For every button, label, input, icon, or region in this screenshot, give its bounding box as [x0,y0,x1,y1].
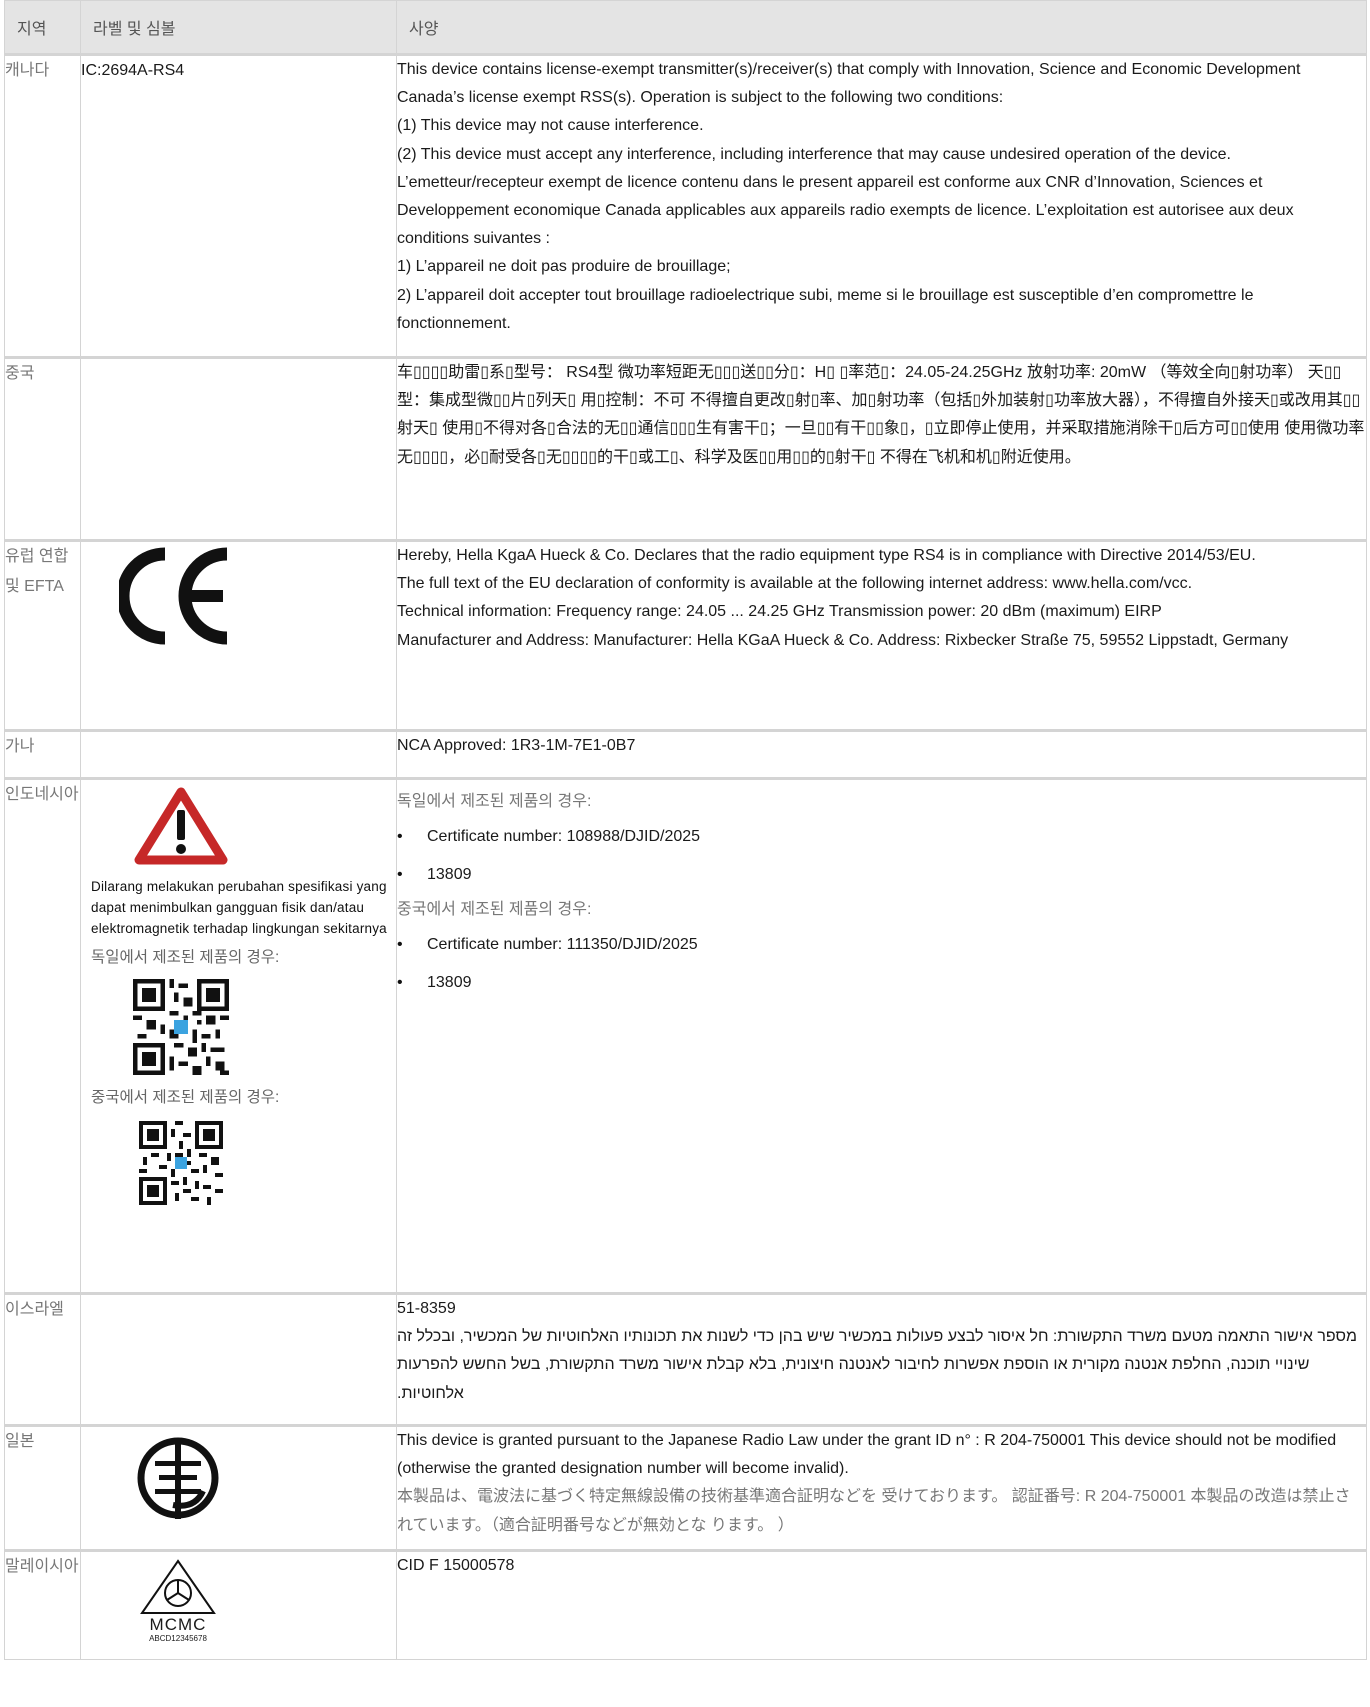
spec-indonesia: 독일에서 제조된 제품의 경우: Certificate number: 108… [396,777,1367,1294]
spec-japan: This device is granted pursuant to the J… [396,1424,1367,1551]
spec-canada-line: L’emetteur/recepteur exempt de licence c… [397,173,1294,248]
list-item: Certificate number: 111350/DJID/2025 [397,926,1366,964]
spec-eu: Hereby, Hella KgaA Hueck & Co. Declares … [396,539,1367,731]
label-japan [80,1424,397,1551]
spec-malaysia: CID F 15000578 [396,1549,1367,1660]
mcmc-code-text: ABCD12345678 [149,1634,207,1643]
row-eu: 유럽 연합 및 EFTA Hereby, Hella KgaA Hueck & … [4,539,1367,731]
label-malaysia: MCMC ABCD12345678 [80,1549,397,1660]
row-china: 중국 车▯▯▯▯助雷▯系▯型号： RS4型 微功率短距无▯▯▯送▯▯分▯：H▯ … [4,356,1367,541]
spec-israel-number: 51-8359 [397,1300,456,1317]
spec-indonesia-germany-list: Certificate number: 108988/DJID/2025 138… [397,818,1366,894]
spec-israel-text: מספר אישור התאמה מטעם משרד התקשורת: חל א… [397,1328,1357,1402]
list-item: 13809 [397,856,1366,894]
qr-code-china-icon [139,1121,223,1205]
label-china [80,356,397,541]
spec-indonesia-china-heading: 중국에서 제조된 제품의 경우: [397,901,592,918]
label-eu [80,539,397,731]
mcmc-triangle-icon [140,1559,216,1614]
spec-japan-en: This device is granted pursuant to the J… [397,1432,1337,1478]
region-malaysia: 말레이시아 [4,1549,81,1660]
spec-canada-line: (2) This device must accept any interfer… [397,145,1231,163]
label-indonesia: Dilarang melakukan perubahan spesifikasi… [80,777,397,1294]
region-canada: 캐나다 [4,53,81,358]
list-item: Certificate number: 108988/DJID/2025 [397,818,1366,856]
region-eu: 유럽 연합 및 EFTA [4,539,81,731]
row-malaysia: 말레이시아 MCMC ABCD12345678 CID F 15000578 [4,1549,1367,1660]
spec-canada-line: 2) L’appareil doit accepter tout brouill… [397,286,1254,332]
spec-china: 车▯▯▯▯助雷▯系▯型号： RS4型 微功率短距无▯▯▯送▯▯分▯：H▯ ▯率范… [396,356,1367,541]
regulatory-table: 지역 라벨 및 심볼 사양 캐나다 IC:2694A-RS4 This devi… [4,0,1367,1660]
made-in-germany-label: 독일에서 제조된 제품의 경우: [91,949,280,966]
label-ghana [80,729,397,779]
indonesia-warning-text: Dilarang melakukan perubahan spesifikasi… [91,879,387,936]
warning-icon [134,787,228,865]
japan-giteki-mark-icon [137,1437,219,1519]
spec-eu-line: The full text of the EU declaration of c… [397,575,1193,593]
mcmc-mark: MCMC ABCD12345678 [133,1558,223,1644]
spec-indonesia-germany-heading: 독일에서 제조된 제품의 경우: [397,793,592,810]
header-region: 지역 [4,0,81,55]
row-indonesia: 인도네시아 Dilarang melakukan perubahan spesi… [4,777,1367,1294]
table-header-row: 지역 라벨 및 심볼 사양 [4,0,1367,55]
spec-japan-jp: 本製品は、電波法に基づく特定無線設備の技術基準適合証明などを 受けております。 … [397,1488,1351,1534]
mcmc-brand-text: MCMC [149,1615,207,1634]
qr-code-germany-icon [133,979,229,1075]
spec-canada-line: (1) This device may not cause interferen… [397,117,704,135]
row-ghana: 가나 NCA Approved: 1R3-1M-7E1-0B7 [4,729,1367,779]
row-canada: 캐나다 IC:2694A-RS4 This device contains li… [4,53,1367,358]
spec-canada-line: This device contains license-exempt tran… [397,61,1301,107]
list-item: 13809 [397,964,1366,1002]
spec-eu-line: Technical information: Frequency range: … [397,603,1162,621]
region-israel: 이스라엘 [4,1292,81,1426]
spec-eu-line: Hereby, Hella KgaA Hueck & Co. Declares … [397,547,1256,564]
spec-eu-line: Manufacturer and Address: Manufacturer: … [397,631,1289,649]
row-israel: 이스라엘 51-8359 מספר אישור התאמה מטעם משרד … [4,1292,1367,1426]
row-japan: 일본 This device is granted pursuant to th… [4,1424,1367,1551]
spec-ghana: NCA Approved: 1R3-1M-7E1-0B7 [396,729,1367,779]
region-ghana: 가나 [4,729,81,779]
header-spec: 사양 [396,0,1367,55]
header-label: 라벨 및 심볼 [80,0,397,55]
ce-mark-icon [119,547,228,645]
region-japan: 일본 [4,1424,81,1551]
label-israel [80,1292,397,1426]
made-in-china-label: 중국에서 제조된 제품의 경우: [91,1089,280,1106]
region-china: 중국 [4,356,81,541]
spec-indonesia-china-list: Certificate number: 111350/DJID/2025 138… [397,926,1366,1002]
region-indonesia: 인도네시아 [4,777,81,1294]
spec-israel: 51-8359 מספר אישור התאמה מטעם משרד התקשו… [396,1292,1367,1426]
label-canada: IC:2694A-RS4 [80,53,397,358]
spec-canada: This device contains license-exempt tran… [396,53,1367,358]
spec-canada-line: 1) L’appareil ne doit pas produire de br… [397,258,731,276]
